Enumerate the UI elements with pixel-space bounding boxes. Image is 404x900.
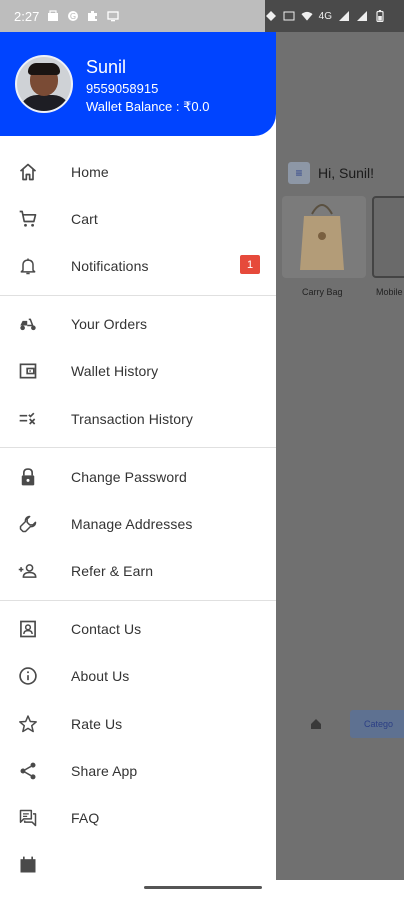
- menu-item-about-us[interactable]: About Us: [0, 653, 276, 700]
- status-bar: 2:27 G 4G: [0, 0, 404, 32]
- section-divider: [0, 447, 276, 449]
- battery-icon: [374, 10, 386, 22]
- signal-icon-2: [356, 10, 368, 22]
- contact-icon: [18, 619, 38, 639]
- menu-item-manage-addresses[interactable]: Manage Addresses: [0, 500, 276, 547]
- menu-item-share-app[interactable]: Share App: [0, 747, 276, 794]
- section-divider: [0, 294, 276, 296]
- menu-item-label: About Us: [71, 668, 130, 685]
- bag-icon: [300, 204, 344, 270]
- background-greeting: ≡ Hi, Sunil!: [288, 162, 374, 184]
- section-divider: [0, 599, 276, 601]
- wrench-icon: [18, 514, 38, 534]
- background-app: ≡ Hi, Sunil! Carry Bag Mobile Catego: [276, 32, 404, 880]
- menu-item-label: Wallet History: [71, 363, 159, 380]
- menu-item-wallet-history[interactable]: Wallet History: [0, 348, 276, 395]
- status-bar-right: 4G: [264, 0, 404, 32]
- drawer-menu: Home Cart Notifications 1 Your Orders Wa…: [0, 148, 276, 880]
- menu-item-terms-partial[interactable]: [0, 842, 276, 880]
- menu-item-label: Contact Us: [71, 621, 142, 638]
- menu-item-label: Share App: [71, 762, 138, 779]
- menu-item-label: Refer & Earn: [71, 563, 154, 580]
- home-icon: [18, 162, 38, 182]
- greeting-text: Hi, Sunil!: [318, 165, 375, 181]
- status-time: 2:27: [14, 8, 40, 24]
- categories-button[interactable]: Catego: [350, 710, 404, 738]
- product-label: Carry Bag: [302, 287, 343, 297]
- menu-item-label: Your Orders: [71, 316, 148, 333]
- home-gesture-handle[interactable]: [144, 886, 262, 889]
- menu-item-label: FAQ: [71, 810, 100, 827]
- menu-item-refer-earn[interactable]: Refer & Earn: [0, 548, 276, 595]
- calendar-icon: [18, 855, 38, 875]
- monitor-icon: [107, 10, 119, 22]
- status-bar-left: 2:27 G: [0, 0, 265, 32]
- navigation-drawer: Sunil 9559058915 Wallet Balance : ₹0.0 H…: [0, 32, 276, 880]
- person-add-icon: [18, 561, 38, 581]
- product-label: Mobile: [376, 287, 403, 297]
- profile-phone: 9559058915: [86, 81, 159, 96]
- menu-item-cart[interactable]: Cart: [0, 195, 276, 242]
- store-icon: [47, 10, 59, 22]
- menu-item-change-password[interactable]: Change Password: [0, 453, 276, 500]
- menu-item-faq[interactable]: FAQ: [0, 794, 276, 841]
- avatar[interactable]: [15, 55, 73, 113]
- menu-item-your-orders[interactable]: Your Orders: [0, 301, 276, 348]
- menu-item-label: Notifications: [71, 257, 149, 274]
- profile-header: Sunil 9559058915 Wallet Balance : ₹0.0: [0, 32, 276, 136]
- wallet-balance-label: Wallet Balance :: [86, 99, 180, 114]
- chat-icon: [18, 808, 38, 828]
- menu-item-transaction-history[interactable]: Transaction History: [0, 395, 276, 442]
- menu-item-rate-us[interactable]: Rate Us: [0, 700, 276, 747]
- wallet-balance: Wallet Balance : ₹0.0: [86, 98, 209, 116]
- wifi-icon: [301, 10, 313, 22]
- data-saver-icon: [265, 10, 277, 22]
- volte-icon: [283, 10, 295, 22]
- network-type: 4G: [318, 10, 332, 22]
- share-icon: [18, 761, 38, 781]
- menu-item-label: Manage Addresses: [71, 515, 193, 532]
- menu-item-label: Home: [71, 163, 109, 180]
- puzzle-icon: [87, 10, 99, 22]
- product-card-carry-bag[interactable]: [282, 196, 366, 278]
- menu-item-notifications[interactable]: Notifications 1: [0, 242, 276, 289]
- system-navigation-bar: [0, 880, 404, 900]
- menu-item-home[interactable]: Home: [0, 148, 276, 195]
- cart-icon: [18, 209, 38, 229]
- product-card-mobile[interactable]: [372, 196, 404, 278]
- categories-label: Catego: [364, 719, 394, 729]
- menu-item-contact-us[interactable]: Contact Us: [0, 606, 276, 653]
- star-icon: [18, 714, 38, 734]
- menu-icon[interactable]: ≡: [288, 162, 310, 184]
- notification-badge: 1: [240, 255, 260, 275]
- wallet-icon: [18, 361, 38, 381]
- profile-info: Sunil 9559058915 Wallet Balance : ₹0.0: [86, 56, 209, 116]
- menu-item-label: Rate Us: [71, 715, 123, 732]
- profile-name: Sunil: [86, 57, 127, 77]
- menu-item-label: Change Password: [71, 468, 187, 485]
- scooter-icon: [18, 314, 38, 334]
- menu-item-label: Cart: [71, 210, 98, 227]
- home-icon[interactable]: [310, 718, 322, 730]
- signal-icon: [338, 10, 350, 22]
- info-icon: [18, 666, 38, 686]
- cast-icon: G: [67, 10, 79, 22]
- menu-item-label: Transaction History: [71, 410, 193, 427]
- background-bottom-bar: Catego: [276, 710, 404, 744]
- svg-text:G: G: [70, 12, 76, 21]
- lock-icon: [18, 467, 38, 487]
- wallet-balance-value: ₹0.0: [183, 99, 210, 114]
- bell-icon: [18, 256, 38, 276]
- list-check-icon: [18, 409, 38, 429]
